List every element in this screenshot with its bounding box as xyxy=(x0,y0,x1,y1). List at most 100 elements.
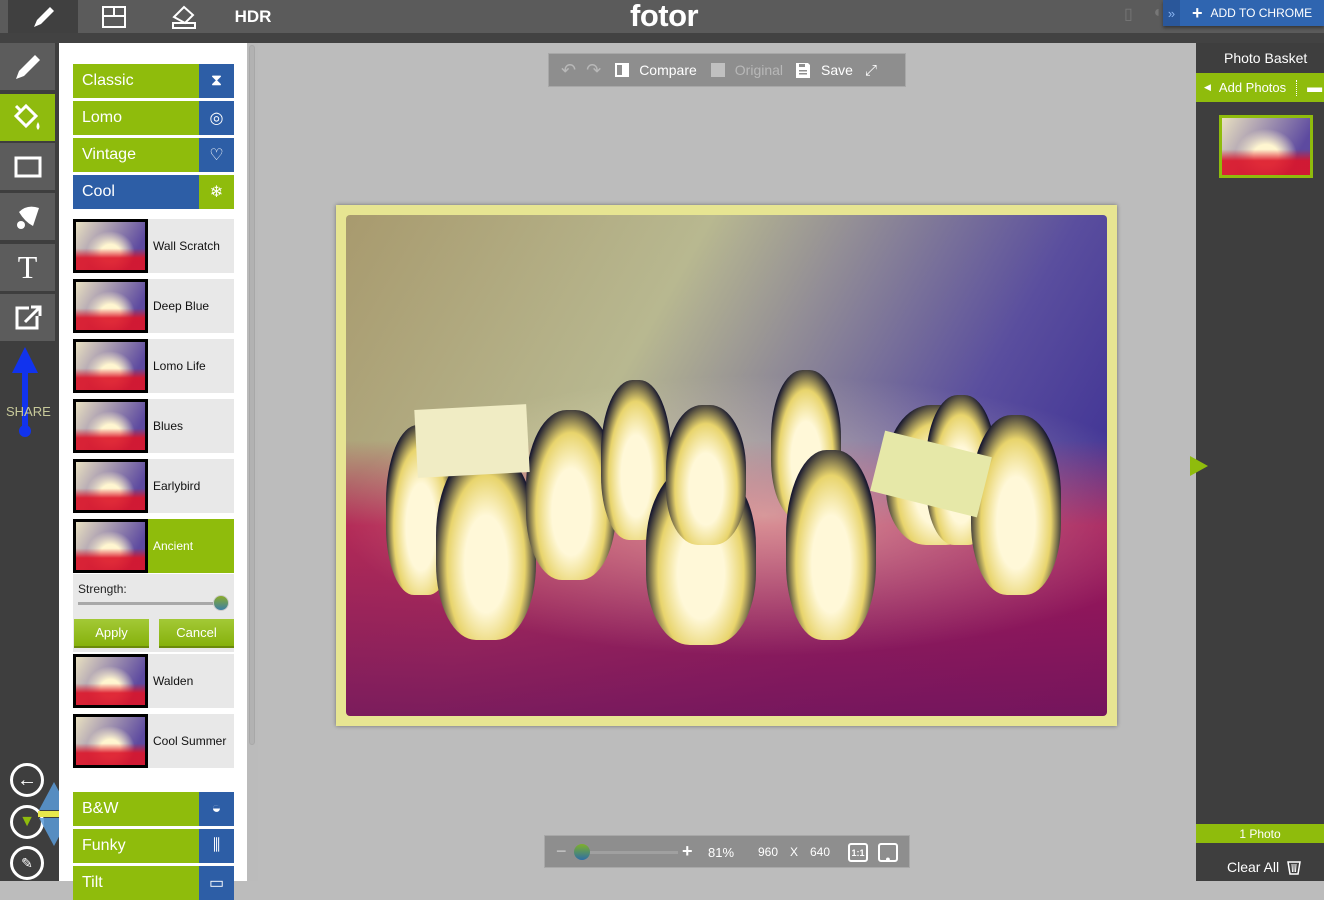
tilt-icon: ▭ xyxy=(199,866,234,900)
compare-button[interactable]: Compare xyxy=(615,62,697,78)
redo-icon[interactable]: ↷ xyxy=(586,60,601,81)
basket-photo-thumbnail[interactable] xyxy=(1219,115,1313,178)
share-label: SHARE xyxy=(6,404,51,419)
zoom-in-icon[interactable]: + xyxy=(682,841,693,862)
filter-thumbnail xyxy=(73,714,148,768)
clear-all-label: Clear All xyxy=(1227,859,1280,875)
category-label: Funky xyxy=(73,829,199,863)
filter-lomo-life[interactable]: Lomo Life xyxy=(73,339,234,393)
strength-slider-handle[interactable] xyxy=(213,595,229,611)
scrollbar-thumb[interactable] xyxy=(249,45,255,745)
text-icon: T xyxy=(17,249,38,285)
add-photos-button[interactable]: ◀ Add Photos ▬ xyxy=(1196,73,1324,102)
filter-label: Walden xyxy=(153,674,194,688)
category-label: Classic xyxy=(73,64,199,98)
original-icon xyxy=(710,63,725,77)
category-cool[interactable]: Cool ❄ xyxy=(73,175,234,209)
photo-image xyxy=(346,215,1107,716)
tool-export[interactable] xyxy=(0,294,55,341)
category-bw[interactable]: B&W ◒ xyxy=(73,792,234,826)
category-tilt[interactable]: Tilt ▭ xyxy=(73,866,234,900)
panel-scrollbar[interactable] xyxy=(247,43,258,881)
photo-basket-title: Photo Basket xyxy=(1224,50,1308,66)
filter-deep-blue[interactable]: Deep Blue xyxy=(73,279,234,333)
paper-sign xyxy=(414,404,530,478)
top-bar-shadow xyxy=(0,33,1324,43)
tool-stickers[interactable] xyxy=(0,193,55,240)
category-label: Tilt xyxy=(73,866,199,900)
arrow-up-icon xyxy=(12,347,38,437)
hourglass-icon: ⧗ xyxy=(199,64,234,98)
filter-ancient[interactable]: Ancient xyxy=(73,519,234,573)
filter-thumbnail xyxy=(73,519,148,573)
tab-edit[interactable] xyxy=(8,0,78,33)
edit-note-button[interactable]: ✎ xyxy=(10,846,44,880)
design-icon xyxy=(172,5,196,29)
export-icon xyxy=(15,305,41,329)
zoom-slider-track[interactable] xyxy=(578,851,678,854)
apply-button[interactable]: Apply xyxy=(74,619,149,648)
edit-note-icon: ✎ xyxy=(21,854,33,871)
compare-label: Compare xyxy=(639,62,697,78)
tool-basic[interactable] xyxy=(0,43,55,90)
fit-screen-button[interactable]: ● xyxy=(878,843,898,864)
penguin-figure xyxy=(786,450,876,640)
undo-icon[interactable]: ↶ xyxy=(561,60,576,81)
collapse-arrow-icon[interactable] xyxy=(1190,456,1208,476)
cancel-button[interactable]: Cancel xyxy=(159,619,234,648)
save-icon xyxy=(796,62,811,78)
category-lomo[interactable]: Lomo ◎ xyxy=(73,101,234,135)
actual-size-button[interactable]: 1:1 xyxy=(848,843,868,862)
collage-icon xyxy=(102,5,126,28)
add-to-chrome-label: ADD TO CHROME xyxy=(1210,6,1313,20)
penguin-figure xyxy=(436,450,536,640)
zoom-out-icon[interactable]: − xyxy=(556,841,567,862)
category-funky[interactable]: Funky ⫼ xyxy=(73,829,234,863)
filter-label: Cool Summer xyxy=(153,734,227,748)
zoom-slider-handle[interactable] xyxy=(574,844,590,860)
filter-blues[interactable]: Blues xyxy=(73,399,234,453)
computer-icon[interactable]: ▬ xyxy=(1307,79,1322,96)
chevron-double-right-icon: » xyxy=(1163,0,1180,26)
tool-frames[interactable] xyxy=(0,143,55,190)
save-button[interactable]: Save xyxy=(795,62,853,79)
filter-thumbnail xyxy=(73,279,148,333)
frame-icon xyxy=(14,156,41,177)
heart-icon: ♡ xyxy=(199,138,234,172)
tool-effects[interactable] xyxy=(0,94,55,141)
android-icon[interactable]: ◖ xyxy=(1152,4,1162,22)
column-icon: ⫼ xyxy=(199,829,234,863)
tool-text[interactable]: T xyxy=(0,244,55,291)
filter-wall-scratch[interactable]: Wall Scratch xyxy=(73,219,234,273)
image-width: 960 xyxy=(758,845,779,859)
tab-collage[interactable] xyxy=(98,0,130,33)
filter-cool-summer[interactable]: Cool Summer xyxy=(73,714,234,768)
strength-slider-track[interactable] xyxy=(78,602,223,605)
trash-icon xyxy=(1287,860,1302,875)
zoom-bar: − + 81% 960 X 640 1:1 ● xyxy=(544,835,910,868)
penguin-figure xyxy=(666,405,746,545)
canvas-toolbar: ↶ ↷ Compare Original Save ⤢ xyxy=(548,53,906,87)
divider xyxy=(1296,79,1298,96)
paint-bucket-icon xyxy=(13,103,39,130)
filter-thumbnail xyxy=(73,219,148,273)
add-to-chrome-button[interactable]: » + ADD TO CHROME xyxy=(1163,0,1324,26)
original-label: Original xyxy=(734,62,784,78)
category-vintage[interactable]: Vintage ♡ xyxy=(73,138,234,172)
filter-earlybird[interactable]: Earlybird xyxy=(73,459,234,513)
apple-phone-icon[interactable]: ▯ xyxy=(1124,4,1133,24)
original-button[interactable]: Original xyxy=(710,62,784,78)
category-label: Lomo xyxy=(73,101,199,135)
save-label: Save xyxy=(821,62,853,78)
dimension-separator: X xyxy=(790,845,799,859)
snowflake-icon: ❄ xyxy=(199,175,234,209)
category-classic[interactable]: Classic ⧗ xyxy=(73,64,234,98)
tshirt-icon: ▼ xyxy=(19,813,35,830)
clear-all-button[interactable]: Clear All xyxy=(1227,859,1302,875)
filter-label: Blues xyxy=(153,419,184,433)
tab-design[interactable] xyxy=(168,0,200,33)
filter-thumbnail xyxy=(73,459,148,513)
filter-walden[interactable]: Walden xyxy=(73,654,234,708)
fullscreen-icon[interactable]: ⤢ xyxy=(865,62,877,79)
tab-hdr[interactable]: HDR xyxy=(232,0,274,33)
